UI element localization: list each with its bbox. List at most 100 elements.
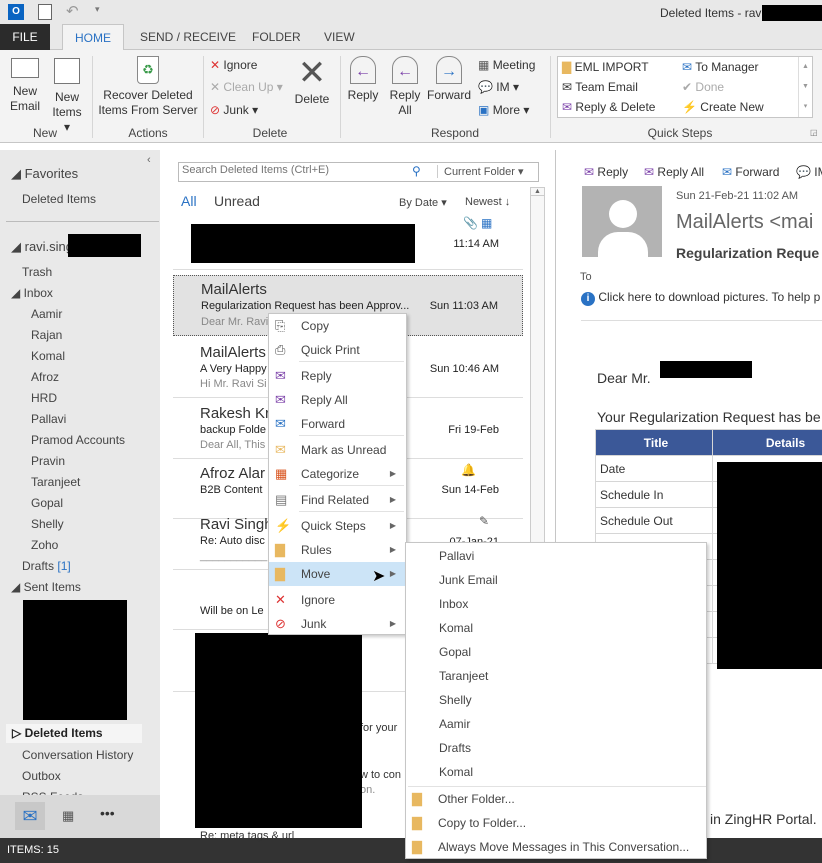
account-header[interactable]: ◢ ravi.sing [11, 239, 73, 255]
folder-conversation-history[interactable]: Conversation History [22, 748, 133, 762]
quick-step-team-email[interactable]: ✉ Team Email [562, 80, 638, 94]
sort-by-date[interactable]: By Date ▾ [399, 196, 447, 209]
menu-item-categorize[interactable]: ▦ Categorize ▶ [269, 462, 406, 486]
folder-zoho[interactable]: Zoho [31, 538, 58, 552]
move-target-komal[interactable]: Komal [406, 760, 706, 784]
send-receive-icon[interactable] [38, 4, 52, 20]
undo-icon[interactable]: ↶ [66, 2, 79, 20]
reading-im-button[interactable]: 💬 IM [796, 165, 822, 179]
menu-item-junk[interactable]: ⊘ Junk ▶ [269, 612, 406, 636]
quick-step-eml-import[interactable]: ▇ EML IMPORT [562, 60, 649, 74]
recover-deleted-button[interactable]: ♻ Recover Deleted Items From Server [98, 56, 198, 118]
download-pictures-infobar[interactable]: i Click here to download pictures. To he… [581, 290, 820, 306]
dialog-launcher-icon[interactable]: ◲ [810, 128, 818, 137]
quick-step-reply-delete[interactable]: ✉ Reply & Delete [562, 100, 655, 114]
reply-all-button[interactable]: ← Reply All [386, 56, 424, 118]
collapse-pane-icon[interactable]: ‹ [147, 154, 151, 166]
favorite-deleted-items[interactable]: Deleted Items [22, 192, 96, 206]
folder-pramod-accounts[interactable]: Pramod Accounts [31, 433, 125, 447]
reading-reply-all-button[interactable]: ✉ Reply All [644, 165, 704, 179]
more-icon: ▣ [478, 103, 490, 117]
tab-folder[interactable]: FOLDER [240, 24, 313, 50]
quick-step-done[interactable]: ✔ Done [682, 80, 724, 94]
body-text: Your Regularization Request has be [597, 409, 821, 425]
search-icon[interactable]: ⚲ [412, 164, 421, 178]
folder-shelly[interactable]: Shelly [31, 517, 64, 531]
forward-button[interactable]: → Forward [426, 56, 472, 103]
draft-edit-icon: ✎ [479, 514, 490, 528]
move-target-taranjeet[interactable]: Taranjeet [406, 664, 706, 688]
reading-reply-button[interactable]: ✉ Reply [584, 165, 628, 179]
tab-send-receive[interactable]: SEND / RECEIVE [128, 24, 248, 50]
tab-view[interactable]: VIEW [312, 24, 367, 50]
favorites-header[interactable]: ◢ Favorites [11, 166, 78, 182]
move-target-aamir[interactable]: Aamir [406, 712, 706, 736]
folder-afroz[interactable]: Afroz [31, 370, 59, 384]
more-respond-button[interactable]: ▣ More ▾ [478, 103, 529, 117]
move-target-pallavi[interactable]: Pallavi [406, 544, 706, 568]
move-action-always-move[interactable]: ▇ Always Move Messages in This Conversati… [406, 835, 706, 859]
calendar-module-icon[interactable]: ▦ [62, 808, 74, 824]
menu-item-reply-all[interactable]: ✉ Reply All [269, 388, 406, 412]
move-target-drafts[interactable]: Drafts [406, 736, 706, 760]
menu-item-quick-print[interactable]: ⎙ Quick Print [269, 338, 406, 362]
new-items-button[interactable]: New Items ▾ [48, 58, 86, 135]
clean-up-button[interactable]: ✕ Clean Up ▾ [210, 80, 283, 94]
menu-item-move[interactable]: ▇ Move ▶ [269, 562, 406, 586]
folder-pravin[interactable]: Pravin [31, 454, 65, 468]
folder-inbox[interactable]: ◢ Inbox [11, 286, 53, 300]
sender-name[interactable]: MailAlerts <mai [676, 211, 813, 234]
quick-step-create-new[interactable]: ⚡ Create New [682, 100, 764, 114]
new-email-button[interactable]: New Email [6, 58, 44, 114]
filter-unread[interactable]: Unread [214, 193, 260, 209]
junk-button[interactable]: ⊘ Junk ▾ [210, 103, 258, 117]
menu-item-rules[interactable]: ▇ Rules ▶ [269, 538, 406, 562]
folder-taranjeet[interactable]: Taranjeet [31, 475, 80, 489]
folder-gopal[interactable]: Gopal [31, 496, 63, 510]
menu-item-reply[interactable]: ✉ Reply [269, 364, 406, 388]
folder-deleted-items[interactable]: ▷ Deleted Items [6, 724, 142, 743]
ignore-button[interactable]: ✕ Ignore [210, 58, 257, 72]
search-input[interactable] [182, 164, 362, 176]
folder-outbox[interactable]: Outbox [22, 769, 61, 783]
reading-forward-button[interactable]: ✉ Forward [722, 165, 779, 179]
menu-item-copy[interactable]: ⎘ Copy [269, 314, 406, 338]
message-subject: Regularization Reque [676, 245, 820, 261]
customize-toolbar-icon[interactable]: ▾ [95, 4, 100, 15]
search-box[interactable]: ⚲ Current Folder ▾ [178, 162, 539, 182]
tab-file[interactable]: FILE [0, 24, 50, 50]
filter-all[interactable]: All [181, 193, 197, 209]
move-action-other-folder[interactable]: ▇ Other Folder... [406, 787, 706, 811]
meeting-button[interactable]: ▦ Meeting [478, 58, 535, 72]
reply-icon: ✉ [584, 165, 595, 179]
move-target-gopal[interactable]: Gopal [406, 640, 706, 664]
folder-aamir[interactable]: Aamir [31, 307, 62, 321]
folder-hrd[interactable]: HRD [31, 391, 57, 405]
more-modules-icon[interactable]: ••• [100, 805, 115, 821]
quick-step-to-manager[interactable]: ✉ To Manager [682, 60, 759, 74]
move-target-inbox[interactable]: Inbox [406, 592, 706, 616]
reply-button[interactable]: ← Reply [344, 56, 382, 103]
folder-trash[interactable]: Trash [22, 265, 52, 279]
quick-steps-scroll[interactable]: ▲ ▼ ▾ [798, 57, 812, 117]
menu-item-quick-steps[interactable]: ⚡ Quick Steps ▶ [269, 514, 406, 538]
move-target-shelly[interactable]: Shelly [406, 688, 706, 712]
delete-button[interactable]: ✕ Delete [292, 54, 332, 107]
menu-item-find-related[interactable]: ▤ Find Related ▶ [269, 488, 406, 512]
menu-item-forward[interactable]: ✉ Forward [269, 412, 406, 436]
search-scope-dropdown[interactable]: Current Folder ▾ [437, 165, 524, 178]
sort-order[interactable]: Newest ↓ [465, 196, 510, 208]
folder-komal[interactable]: Komal [31, 349, 65, 363]
move-target-komal[interactable]: Komal [406, 616, 706, 640]
folder-drafts[interactable]: Drafts [1] [22, 559, 71, 573]
folder-pallavi[interactable]: Pallavi [31, 412, 66, 426]
move-action-copy-to-folder[interactable]: ▇ Copy to Folder... [406, 811, 706, 835]
folder-sent-items[interactable]: ◢ Sent Items [11, 580, 81, 594]
folder-rajan[interactable]: Rajan [31, 328, 62, 342]
menu-item-mark-as-unread[interactable]: ✉ Mark as Unread [269, 438, 406, 462]
menu-item-ignore[interactable]: ✕ Ignore [269, 588, 406, 612]
mail-module-icon[interactable]: ✉ [15, 802, 45, 830]
im-button[interactable]: 💬 IM ▾ [478, 80, 519, 94]
move-target-junk-email[interactable]: Junk Email [406, 568, 706, 592]
tab-home[interactable]: HOME [62, 24, 124, 51]
